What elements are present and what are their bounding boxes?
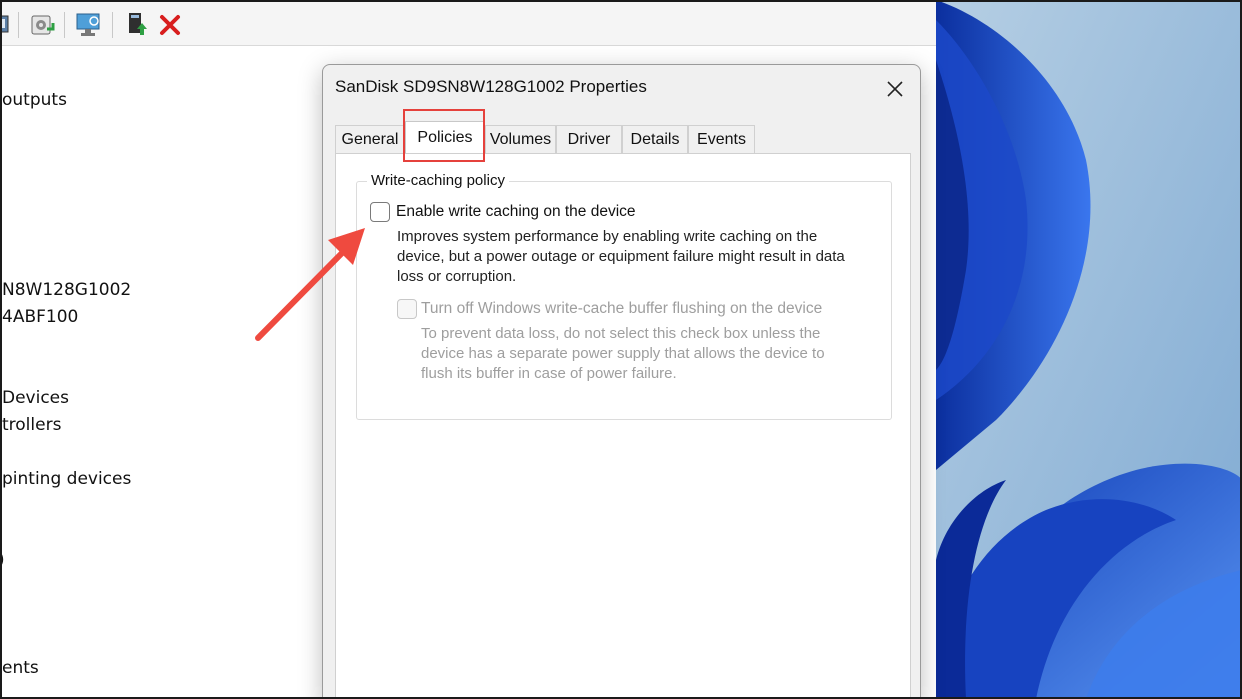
tree-item[interactable]: N8W128G1002: [2, 280, 131, 300]
tab-events[interactable]: Events: [688, 125, 755, 153]
description-line: device has a separate power supply that …: [421, 345, 825, 362]
description-line: loss or corruption.: [397, 268, 517, 285]
tab-policies[interactable]: Policies: [405, 121, 485, 154]
scan-hardware-icon[interactable]: [74, 10, 104, 40]
update-driver-icon[interactable]: [28, 10, 58, 40]
group-label: Write-caching policy: [367, 172, 509, 189]
tab-general[interactable]: General: [335, 125, 405, 153]
desktop-wallpaper: [936, 0, 1242, 699]
enable-write-caching-description: Improves system performance by enabling …: [397, 227, 845, 287]
write-caching-groupbox: Write-caching policy Enable write cachin…: [356, 172, 892, 420]
close-icon: [887, 81, 903, 97]
tab-driver[interactable]: Driver: [556, 125, 622, 153]
tree-item[interactable]: ): [0, 550, 5, 570]
wallpaper-bloom: [936, 0, 1242, 699]
description-line: flush its buffer in case of power failur…: [421, 365, 677, 382]
enable-write-caching-label[interactable]: Enable write caching on the device: [396, 203, 636, 221]
tree-item[interactable]: outputs: [2, 90, 67, 110]
uninstall-device-icon[interactable]: [155, 10, 185, 40]
tree-item[interactable]: pinting devices: [2, 469, 131, 489]
enable-write-caching-checkbox[interactable]: [370, 202, 390, 222]
tree-item[interactable]: Devices: [2, 388, 69, 408]
description-line: Improves system performance by enabling …: [397, 228, 818, 245]
turn-off-flushing-label[interactable]: Turn off Windows write-cache buffer flus…: [421, 300, 822, 318]
enable-device-icon[interactable]: [122, 10, 152, 40]
policies-panel: Write-caching policy Enable write cachin…: [335, 153, 911, 699]
description-line: device, but a power outage or equipment …: [397, 248, 845, 265]
toolbar: [0, 0, 936, 46]
properties-dialog: SanDisk SD9SN8W128G1002 Properties Gener…: [322, 64, 921, 699]
close-button[interactable]: [879, 73, 911, 105]
tree-item[interactable]: trollers: [2, 415, 61, 435]
tree-item[interactable]: 4ABF100: [2, 307, 78, 327]
turn-off-flushing-checkbox[interactable]: [397, 299, 417, 319]
tab-details[interactable]: Details: [622, 125, 688, 153]
device-icon[interactable]: [0, 10, 16, 40]
tree-item[interactable]: ents: [2, 658, 39, 678]
turn-off-flushing-description: To prevent data loss, do not select this…: [421, 324, 825, 384]
description-line: To prevent data loss, do not select this…: [421, 325, 821, 342]
tab-volumes[interactable]: Volumes: [485, 125, 556, 153]
annotation-arrow-icon: [255, 228, 365, 341]
dialog-title: SanDisk SD9SN8W128G1002 Properties: [335, 77, 647, 96]
